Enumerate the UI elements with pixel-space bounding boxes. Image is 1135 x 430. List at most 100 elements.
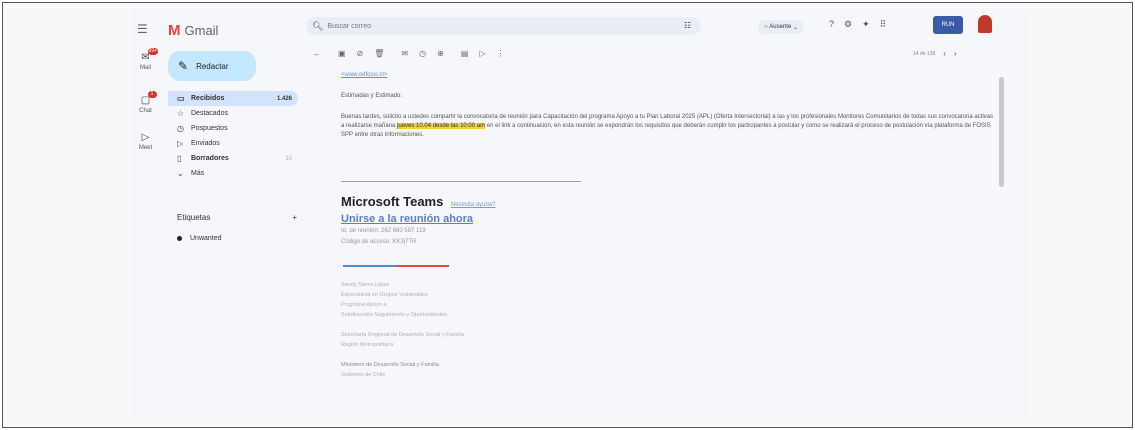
rail-item-label: Mail [139, 65, 151, 71]
email-signature: Sandy Sierra López Especialista en Grupo… [341, 280, 464, 380]
gmail-m-icon: M [168, 22, 181, 39]
email-greeting: Estimadas y Estimado: [341, 93, 403, 99]
signature-line [341, 320, 464, 330]
photo-frame: ☰ ✉99+ Mail ▢1 Chat ▷ Meet M Gmail 🔍︎ ☷ [2, 2, 1133, 428]
folder-nav: ▭ Recibidos 1.426 ☆ Destacados ◷ Pospues… [168, 91, 298, 181]
rail-item-meet[interactable]: ▷ Meet [133, 132, 158, 152]
nav-item-label: Destacados [191, 110, 228, 117]
scrollbar[interactable] [999, 77, 1004, 187]
search-icon[interactable]: 🔍︎ [312, 21, 323, 32]
chevron-down-icon: ⌄ [791, 24, 799, 31]
star-icon: ☆ [177, 109, 185, 118]
signature-line [341, 350, 464, 360]
signature-line: Subdirección Seguimiento y Oportunidades [341, 312, 447, 318]
signature-line: Región Metropolitana [341, 342, 394, 348]
pencil-icon: ✎ [178, 59, 189, 73]
email-link[interactable]: <www.odfosis.cl> [341, 71, 996, 80]
signature-line: Sandy Sierra López [341, 282, 390, 288]
compose-button[interactable]: ✎ Redactar [168, 51, 256, 81]
chevron-right-icon[interactable]: › [954, 49, 957, 58]
rail-item-label: Chat [139, 108, 152, 114]
nav-item-pospuestos[interactable]: ◷ Pospuestos [168, 121, 298, 136]
meeting-id: Id. de reunión: 262 680 587 119 [341, 228, 426, 234]
inbox-icon: ▭ [177, 94, 185, 103]
join-meeting-link[interactable]: Unirse a la reunión ahora [341, 213, 496, 225]
nav-item-label: Enviados [191, 140, 220, 147]
search-options-icon[interactable]: ☷ [684, 21, 691, 30]
app-title: Gmail [184, 23, 219, 38]
add-task-icon[interactable]: ⊕ [437, 49, 444, 58]
main-menu-icon[interactable]: ☰ [137, 22, 148, 36]
label-icon[interactable]: ▷ [479, 49, 485, 58]
nav-item-label: Pospuestos [191, 125, 228, 132]
email-highlighted-date: jueves 10.04 desde las 10:00 am [397, 123, 486, 129]
label-item-name: Unwanted [190, 235, 222, 242]
snooze-icon[interactable]: ◷ [419, 49, 426, 58]
teams-invite: Microsoft Teams Necesita ayuda? Unirse a… [341, 193, 496, 247]
teams-title: Microsoft Teams [341, 194, 444, 209]
gemini-icon[interactable]: ✦ [862, 19, 870, 30]
email-paragraph: Buenas tardes, solicito a ustedes compar… [341, 113, 996, 140]
search-bar[interactable]: 🔍︎ ☷ [306, 17, 701, 35]
clock-icon: ◷ [177, 124, 184, 133]
teams-divider [341, 181, 581, 182]
nav-item-destacados[interactable]: ☆ Destacados [168, 106, 298, 121]
nav-item-label: Borradores [191, 155, 229, 162]
delete-icon[interactable]: 🗑︎ [374, 49, 384, 58]
gear-icon[interactable]: ⚙ [844, 19, 852, 30]
gmail-window: ☰ ✉99+ Mail ▢1 Chat ▷ Meet M Gmail 🔍︎ ☷ [133, 11, 1026, 416]
status-selector[interactable]: ○ Ausente ⌄ [758, 20, 805, 34]
nav-item-enviados[interactable]: ▷ Enviados [168, 136, 298, 151]
labels-heading: Etiquetas [177, 213, 211, 222]
nav-item-count: 1.426 [276, 95, 292, 102]
compose-label: Redactar [196, 61, 229, 71]
rail-item-mail[interactable]: ✉ 99+ Mail [133, 48, 158, 71]
signature-line: Programa Apoyo a [341, 302, 387, 308]
meeting-passcode: Código de acceso: KK3j7TR [341, 239, 417, 245]
org-logo: RUN [933, 16, 963, 34]
help-icon[interactable]: ? [829, 19, 834, 30]
top-actions: ? ⚙ ✦ ⠿ [829, 19, 886, 30]
status-label: Ausente [769, 24, 792, 30]
chevron-down-icon: ⌄ [177, 169, 184, 178]
rail-item-chat[interactable]: ▢ 1 Chat [133, 91, 158, 114]
label-item-unwanted[interactable]: Unwanted [177, 235, 222, 242]
signature-line: Gobierno de Chile [341, 372, 386, 378]
pager: 14 de 138 ‹ › [913, 49, 957, 58]
mail-icon: ✉ 99+ [141, 48, 158, 63]
signature-divider [343, 265, 449, 267]
mail-badge: 99+ [147, 48, 158, 55]
teams-help-link[interactable]: Necesita ayuda? [451, 202, 496, 208]
more-options-icon[interactable]: ⋮ [497, 49, 505, 58]
email-body: <www.odfosis.cl> Estimadas y Estimado: B… [341, 71, 996, 140]
search-input[interactable] [327, 22, 658, 30]
chat-badge: 1 [147, 91, 157, 98]
report-spam-icon[interactable]: ⊘ [357, 49, 364, 58]
send-icon: ▷ [177, 139, 184, 148]
label-tag-icon [177, 236, 182, 241]
labels-header: Etiquetas + [177, 213, 297, 222]
back-arrow-icon[interactable]: ← [313, 49, 321, 58]
signature-line: Ministerio de Desarrollo Social y Famili… [341, 362, 439, 368]
chevron-left-icon[interactable]: ‹ [943, 49, 946, 58]
mark-unread-icon[interactable]: ✉ [401, 49, 408, 58]
nav-item-recibidos[interactable]: ▭ Recibidos 1.426 [168, 91, 298, 106]
message-toolbar: ← ▣ ⊘ 🗑︎ ✉ ◷ ⊕ ▤ ▷ ⋮ [313, 49, 505, 58]
add-label-button[interactable]: + [292, 213, 297, 222]
draft-icon: ▯ [177, 154, 182, 163]
gmail-logo[interactable]: M Gmail [168, 22, 218, 39]
apps-grid-icon[interactable]: ⠿ [880, 19, 887, 30]
nav-item-mas[interactable]: ⌄ Más [168, 166, 298, 181]
nav-item-label: Más [191, 170, 205, 177]
app-rail: ☰ ✉ 99+ Mail ▢ 1 Chat ▷ Meet [133, 11, 158, 416]
signature-line: Secretaría Regional de Desarrollo Social… [341, 332, 464, 338]
avatar[interactable] [978, 15, 992, 33]
signature-line: Especialista en Grupos Vulnerables [341, 292, 428, 298]
archive-icon[interactable]: ▣ [338, 49, 346, 58]
chat-icon: ▢ 1 [140, 91, 157, 106]
video-icon: ▷ [141, 132, 150, 143]
nav-item-label: Recibidos [191, 95, 225, 102]
pager-text: 14 de 138 [913, 50, 936, 57]
nav-item-borradores[interactable]: ▯ Borradores 10 [168, 151, 298, 166]
move-to-icon[interactable]: ▤ [461, 49, 469, 58]
